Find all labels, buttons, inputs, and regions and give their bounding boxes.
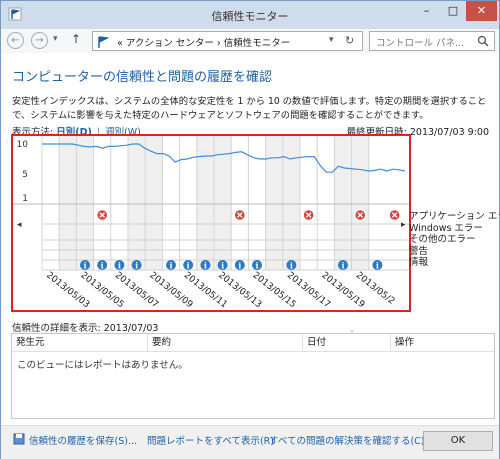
- row-label-app-error: アプリケーション エラー: [409, 211, 500, 222]
- maximize-button[interactable]: □: [440, 1, 466, 21]
- info-icon-glyph: i: [221, 261, 224, 271]
- title-bar[interactable]: 信頼性モニター – □ ✕: [1, 1, 499, 29]
- reliability-chart[interactable]: 10 5 1 i i i i i i i i i i i i i ◂ ▸ 2013/05/03 2013/05/05 2…: [11, 134, 411, 312]
- column-header-action[interactable]: 操作: [391, 334, 494, 352]
- chart-y-tick-label: 1: [22, 194, 28, 204]
- address-bar[interactable]: « アクション センター › 信頼性モニター ▾ ↻: [92, 31, 363, 51]
- info-icon-glyph: i: [169, 261, 172, 271]
- scroll-right-arrow: ▸: [401, 220, 406, 230]
- footer-bar: 信頼性の履歴を保存(S)... 問題レポートをすべて表示(R) すべての問題の解…: [1, 425, 499, 459]
- flag-icon: [96, 35, 110, 52]
- row-label-windows-error: Windows エラー: [409, 222, 483, 234]
- column-header-summary[interactable]: 要約: [148, 334, 303, 352]
- row-label-info: 情報: [409, 257, 429, 268]
- info-icon-glyph: i: [341, 261, 344, 271]
- page-title: コンピューターの信頼性と問題の履歴を確認: [12, 70, 273, 85]
- info-icon-glyph: i: [101, 261, 104, 271]
- up-button[interactable]: ↑: [71, 32, 81, 46]
- info-icon-glyph: i: [238, 261, 241, 271]
- search-box[interactable]: コントロール パネ...: [369, 31, 495, 51]
- info-icon-glyph: i: [135, 261, 138, 271]
- info-icon-glyph: i: [83, 261, 86, 271]
- forward-button[interactable]: →: [31, 32, 48, 49]
- close-button[interactable]: ✕: [466, 1, 497, 21]
- details-title: 信頼性の詳細を表示: 2013/07/03: [12, 323, 159, 334]
- breadcrumb[interactable]: « アクション センター › 信頼性モニター: [117, 35, 290, 49]
- address-dropdown-icon[interactable]: ▾: [329, 35, 334, 45]
- info-icon-glyph: i: [255, 261, 258, 271]
- minimize-button[interactable]: –: [413, 1, 440, 21]
- refresh-icon[interactable]: ↻: [345, 34, 354, 47]
- save-icon: [13, 433, 25, 448]
- column-header-source[interactable]: 発生元: [12, 334, 148, 352]
- save-history-link[interactable]: 信頼性の履歴を保存(S)...: [29, 433, 137, 447]
- info-icon-glyph: i: [118, 261, 121, 271]
- info-icon-glyph: i: [376, 261, 379, 271]
- info-icon-glyph: i: [204, 261, 207, 271]
- info-icon-glyph: i: [187, 261, 190, 271]
- view-all-reports-link[interactable]: 問題レポートをすべて表示(R): [147, 433, 274, 447]
- stability-chart-svg[interactable]: 1051i i i i i i i i i i i i i◂ ▸2013/05/032013/05/052…: [13, 136, 409, 310]
- sort-indicator-icon: ˆ: [350, 330, 354, 339]
- scroll-left-arrow: ◂: [17, 220, 22, 230]
- column-header-date[interactable]: 日付: [303, 334, 391, 352]
- row-label-other-error: その他のエラー: [409, 234, 476, 245]
- details-table: 発生元 要約 日付 操作 ˆ このビューにはレポートはありません。: [11, 330, 495, 419]
- ok-button[interactable]: OK: [423, 431, 493, 451]
- description-text: 安定性インデックスは、システムの全体的な安定性を 1 から 10 の数値で評価し…: [12, 96, 487, 121]
- row-label-warning: 警告: [409, 245, 429, 257]
- search-input[interactable]: コントロール パネ...: [376, 35, 464, 49]
- navigation-bar: ← → ▾ ↑ « アクション センター › 信頼性モニター ▾ ↻ コントロー…: [1, 29, 499, 53]
- check-solutions-link[interactable]: すべての問題の解決策を確認する(C)...: [269, 433, 434, 447]
- recent-locations-button[interactable]: ▾: [53, 34, 58, 44]
- info-icon-glyph: i: [290, 261, 293, 271]
- chart-row-labels: アプリケーション エラー Windows エラー その他のエラー 警告 情報: [409, 211, 500, 269]
- empty-message: このビューにはレポートはありません。: [17, 360, 188, 371]
- chart-y-tick-label: 5: [22, 170, 28, 180]
- back-button[interactable]: ←: [7, 32, 24, 49]
- reliability-monitor-window: 信頼性モニター – □ ✕ ← → ▾ ↑ « アクション センター › 信頼性…: [0, 0, 500, 459]
- chart-y-tick-label: 10: [17, 140, 29, 150]
- search-icon[interactable]: [477, 35, 489, 50]
